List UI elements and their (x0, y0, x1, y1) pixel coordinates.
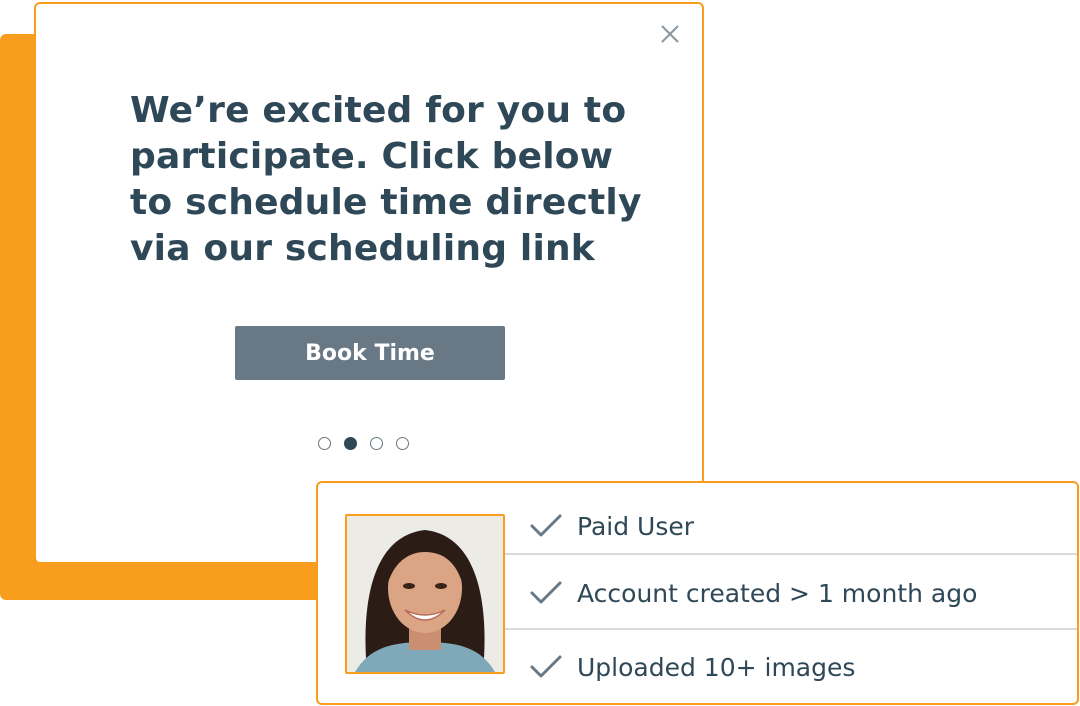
list-item: Paid User (505, 505, 1077, 547)
carousel-pagination (318, 437, 409, 450)
criteria-label: Account created > 1 month ago (577, 578, 978, 608)
criteria-label: Uploaded 10+ images (577, 652, 856, 682)
carousel-dot[interactable] (370, 437, 383, 450)
divider (505, 553, 1077, 555)
checkmark-icon (530, 655, 562, 678)
carousel-dot[interactable] (396, 437, 409, 450)
list-item: Uploaded 10+ images (505, 646, 1077, 688)
carousel-dot[interactable] (318, 437, 331, 450)
close-button[interactable] (658, 22, 682, 46)
criteria-list: Paid User Account created > 1 month ago … (505, 483, 1077, 703)
close-icon (661, 25, 679, 43)
checkmark-icon (530, 581, 562, 604)
criteria-label: Paid User (577, 511, 695, 541)
carousel-dot-active[interactable] (344, 437, 357, 450)
list-item: Account created > 1 month ago (505, 572, 1077, 614)
checkmark-icon (530, 514, 562, 537)
modal-headline: We’re excited for you to participate. Cl… (130, 90, 642, 269)
participant-criteria-card: Paid User Account created > 1 month ago … (316, 481, 1079, 705)
divider (505, 628, 1077, 630)
book-time-button[interactable]: Book Time (235, 326, 505, 380)
scheduling-modal: We’re excited for you to participate. Cl… (34, 2, 704, 564)
participant-avatar (345, 514, 505, 674)
